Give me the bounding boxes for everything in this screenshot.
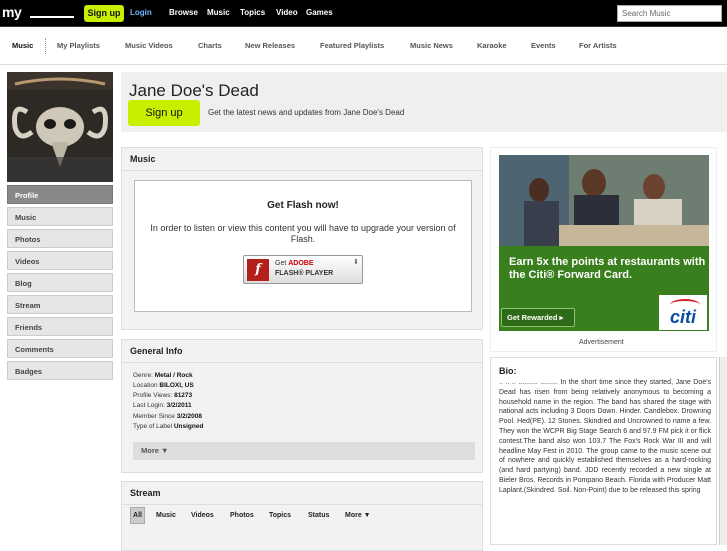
sidebar-badges[interactable]: Badges bbox=[7, 361, 113, 380]
music-panel-title: Music bbox=[130, 154, 156, 164]
flash-button-get: Get ADOBE bbox=[275, 260, 314, 267]
artist-profile-image[interactable] bbox=[7, 72, 113, 182]
info-last-login: Last Login: 3/2/2011 bbox=[133, 402, 192, 409]
music-panel: Music Get Flash now! In order to listen … bbox=[121, 147, 483, 330]
panel-divider bbox=[122, 170, 482, 171]
info-label: Type of Label bbox=[133, 423, 173, 430]
info-label-type: Type of Label Unsigned bbox=[133, 423, 203, 430]
site-logo[interactable]: my bbox=[2, 4, 22, 20]
info-label: Member Since bbox=[133, 413, 175, 420]
stream-tab-topics[interactable]: Topics bbox=[269, 512, 291, 519]
flash-player-label: FLASH® PLAYER bbox=[275, 270, 334, 277]
sidebar-music[interactable]: Music bbox=[7, 207, 113, 226]
sidebar-profile[interactable]: Profile bbox=[7, 185, 113, 204]
subnav-karaoke[interactable]: Karaoke bbox=[477, 41, 507, 50]
panel-divider bbox=[122, 362, 482, 363]
info-value: 3/2/2011 bbox=[166, 402, 192, 409]
ad-photo bbox=[499, 155, 709, 246]
info-value: Metal / Rock bbox=[154, 372, 193, 379]
info-label: Last Login: bbox=[133, 402, 165, 409]
citi-logo-box: citi bbox=[659, 295, 707, 330]
bio-panel: Bio: .. .. .. .......... ......... In th… bbox=[490, 357, 717, 545]
stream-tab-more[interactable]: More ▼ bbox=[345, 512, 371, 519]
get-rewarded-button[interactable]: Get Rewarded ▸ bbox=[501, 308, 575, 327]
artist-header: Jane Doe's Dead Sign up Get the latest n… bbox=[121, 72, 727, 132]
flash-adobe-label: ADOBE bbox=[288, 260, 314, 267]
info-label: Location bbox=[133, 382, 158, 389]
advertisement-banner[interactable]: Earn 5x the points at restaurants with t… bbox=[499, 155, 709, 331]
stream-tab-photos[interactable]: Photos bbox=[230, 512, 254, 519]
citi-logo: citi bbox=[670, 307, 697, 327]
sidebar-blog[interactable]: Blog bbox=[7, 273, 113, 292]
subnav-new-releases[interactable]: New Releases bbox=[245, 41, 295, 50]
stream-tab-videos[interactable]: Videos bbox=[191, 512, 214, 519]
stream-tab-music[interactable]: Music bbox=[156, 512, 176, 519]
subnav-music-news[interactable]: Music News bbox=[410, 41, 453, 50]
subnav-featured-playlists[interactable]: Featured Playlists bbox=[320, 41, 384, 50]
flash-title: Get Flash now! bbox=[267, 200, 339, 211]
signup-tagline: Get the latest news and updates from Jan… bbox=[208, 108, 405, 117]
subnav-charts[interactable]: Charts bbox=[198, 41, 222, 50]
bio-title: Bio: bbox=[499, 366, 517, 376]
stream-title: Stream bbox=[130, 488, 161, 498]
login-link[interactable]: Login bbox=[130, 8, 152, 17]
subnav-events[interactable]: Events bbox=[531, 41, 556, 50]
ad-people-image bbox=[499, 155, 709, 246]
flash-get-label: Get bbox=[275, 260, 287, 267]
artist-name: Jane Doe's Dead bbox=[129, 81, 259, 100]
bio-text: .. .. .. .......... ......... In the sho… bbox=[499, 379, 711, 494]
subnav-music-videos[interactable]: Music Videos bbox=[125, 41, 173, 50]
signup-button[interactable]: Sign up bbox=[84, 5, 124, 22]
flash-message: In order to listen or view this content … bbox=[150, 223, 456, 244]
profile-sidebar: Profile Music Photos Videos Blog Stream … bbox=[7, 72, 113, 380]
music-subnav: Music My Playlists Music Videos Charts N… bbox=[0, 28, 727, 65]
flash-notice-box: Get Flash now! In order to listen or vie… bbox=[134, 180, 472, 312]
get-flash-player-button[interactable]: f Get ADOBE FLASH® PLAYER ⬇ bbox=[243, 255, 363, 284]
nav-games[interactable]: Games bbox=[306, 8, 333, 17]
nav-video[interactable]: Video bbox=[276, 8, 298, 17]
general-info-title: General Info bbox=[130, 346, 183, 356]
info-label: Profile Views: bbox=[133, 392, 173, 399]
subnav-for-artists[interactable]: For Artists bbox=[579, 41, 617, 50]
flash-logo-icon: f bbox=[247, 259, 269, 281]
sidebar-photos[interactable]: Photos bbox=[7, 229, 113, 248]
logo-underline bbox=[30, 16, 74, 18]
info-value: 3/2/2008 bbox=[176, 413, 203, 420]
stream-tab-all[interactable]: All bbox=[130, 507, 145, 524]
sidebar-friends[interactable]: Friends bbox=[7, 317, 113, 336]
info-value: BILOXI, US bbox=[159, 382, 194, 389]
info-member-since: Member Since 3/2/2008 bbox=[133, 413, 202, 420]
ad-headline: Earn 5x the points at restaurants with t… bbox=[509, 256, 706, 281]
info-profile-views: Profile Views: 81273 bbox=[133, 392, 192, 399]
subnav-my-playlists[interactable]: My Playlists bbox=[57, 41, 100, 50]
advertisement-label: Advertisement bbox=[579, 339, 624, 346]
nav-topics[interactable]: Topics bbox=[240, 8, 265, 17]
info-label: Genre: bbox=[133, 372, 153, 379]
subnav-divider bbox=[45, 38, 46, 54]
info-genre: Genre: Metal / Rock bbox=[133, 372, 193, 379]
sidebar-comments[interactable]: Comments bbox=[7, 339, 113, 358]
artist-signup-button[interactable]: Sign up bbox=[128, 100, 200, 126]
download-arrow-icon: ⬇ bbox=[353, 259, 359, 266]
more-info-button[interactable]: More ▼ bbox=[133, 442, 475, 460]
search-input[interactable]: Search Music bbox=[617, 5, 722, 22]
sidebar-videos[interactable]: Videos bbox=[7, 251, 113, 270]
panel-divider bbox=[122, 504, 482, 505]
bio-scrollbar[interactable] bbox=[719, 357, 727, 545]
top-navigation-bar: my Sign up Login Browse Music Topics Vid… bbox=[0, 0, 727, 27]
general-info-panel: General Info Genre: Metal / Rock Locatio… bbox=[121, 339, 483, 473]
stream-panel: Stream All Music Videos Photos Topics St… bbox=[121, 481, 483, 551]
nav-browse[interactable]: Browse bbox=[169, 8, 198, 17]
subnav-music[interactable]: Music bbox=[12, 41, 33, 50]
info-value: Unsigned bbox=[173, 423, 204, 430]
stream-tab-status[interactable]: Status bbox=[308, 512, 329, 519]
skull-artwork bbox=[7, 72, 113, 182]
info-value: 81273 bbox=[174, 392, 193, 399]
nav-music[interactable]: Music bbox=[207, 8, 230, 17]
info-location: Location BILOXI, US bbox=[133, 382, 194, 389]
sidebar-stream[interactable]: Stream bbox=[7, 295, 113, 314]
